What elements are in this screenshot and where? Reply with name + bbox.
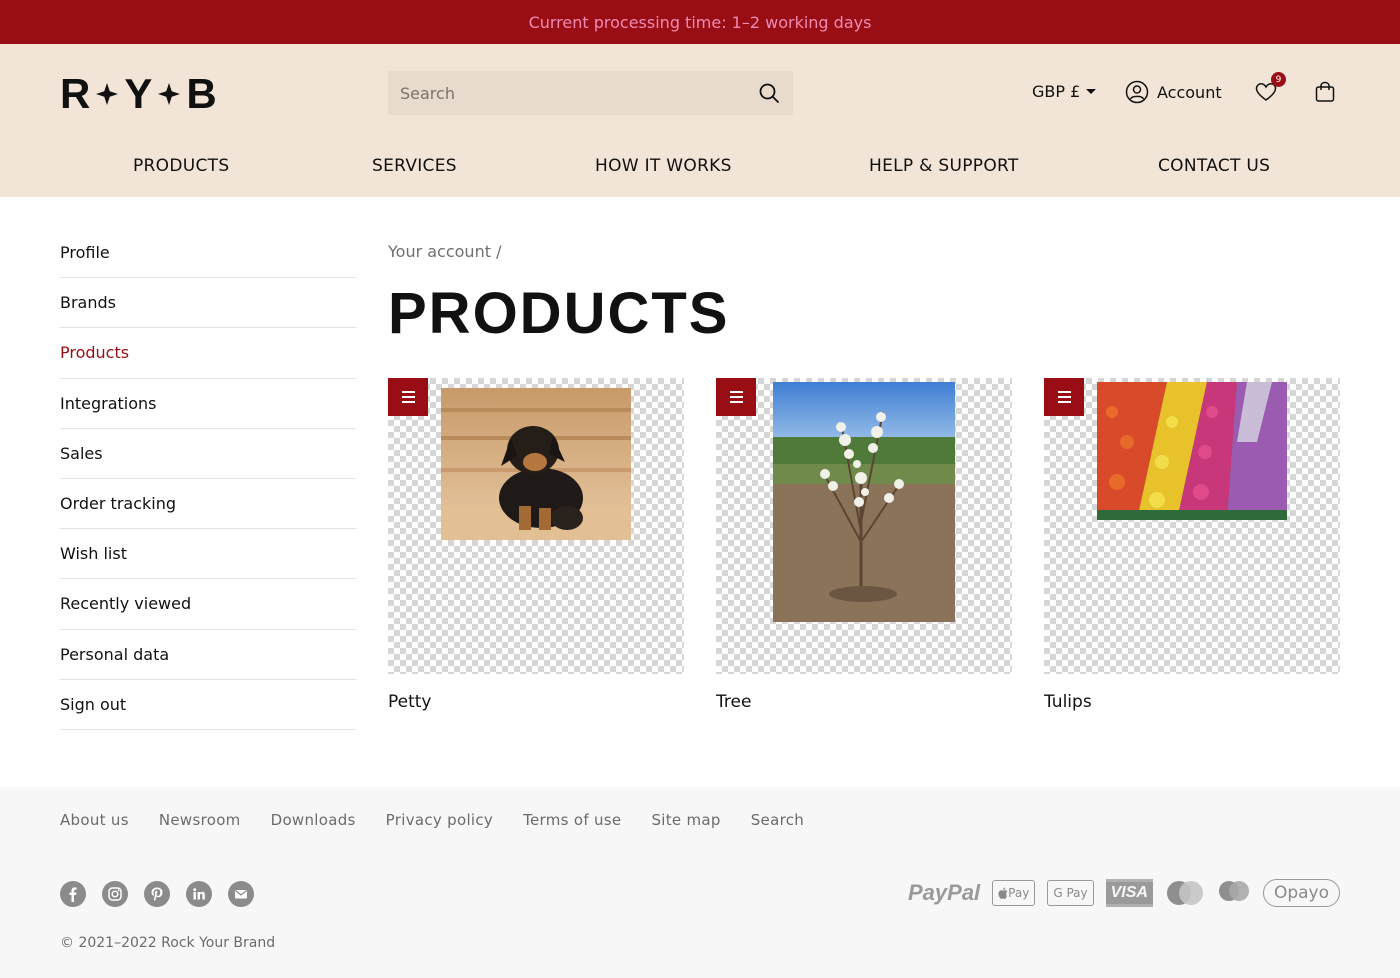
product-thumbnail[interactable] bbox=[716, 378, 1012, 674]
site-logo[interactable]: R Y B bbox=[60, 70, 244, 117]
product-image-puppy bbox=[441, 388, 631, 540]
shopping-bag-icon bbox=[1315, 81, 1335, 102]
search-input[interactable] bbox=[400, 83, 757, 103]
sidebar-item-integrations[interactable]: Integrations bbox=[60, 379, 356, 429]
footer-link-site-map[interactable]: Site map bbox=[651, 811, 720, 829]
opayo-logo: Opayo bbox=[1262, 879, 1340, 907]
product-card[interactable]: Petty bbox=[388, 378, 684, 712]
product-card[interactable]: Tulips bbox=[1044, 378, 1340, 712]
sidebar-item-sign-out[interactable]: Sign out bbox=[60, 680, 356, 730]
social-links bbox=[60, 881, 254, 907]
footer-link-downloads[interactable]: Downloads bbox=[271, 811, 356, 829]
site-header: R Y B GBP £ Account 9 PRODUCTS SERVICES … bbox=[0, 44, 1400, 197]
currency-selector[interactable]: GBP £ bbox=[1032, 82, 1097, 101]
sidebar-item-wish-list[interactable]: Wish list bbox=[60, 529, 356, 580]
nav-services[interactable]: SERVICES bbox=[372, 156, 457, 176]
pinterest-icon[interactable] bbox=[144, 881, 170, 907]
product-thumbnail[interactable] bbox=[388, 378, 684, 674]
product-card[interactable]: Tree bbox=[716, 378, 1012, 712]
wishlist-button[interactable]: 9 bbox=[1254, 72, 1286, 106]
footer-link-terms-of-use[interactable]: Terms of use bbox=[523, 811, 621, 829]
nav-products[interactable]: PRODUCTS bbox=[133, 156, 229, 176]
breadcrumb[interactable]: Your account / bbox=[388, 242, 501, 261]
footer-link-about-us[interactable]: About us bbox=[60, 811, 129, 829]
google-pay-logo: G Pay bbox=[1047, 880, 1094, 906]
footer-link-search[interactable]: Search bbox=[751, 811, 804, 829]
footer-link-newsroom[interactable]: Newsroom bbox=[159, 811, 241, 829]
search-icon[interactable] bbox=[757, 81, 781, 105]
wishlist-count-badge: 9 bbox=[1271, 72, 1286, 87]
footer-links: About us Newsroom Downloads Privacy poli… bbox=[60, 811, 804, 829]
sidebar-item-sales[interactable]: Sales bbox=[60, 429, 356, 479]
logo-letter-y: Y bbox=[124, 70, 153, 117]
footer-link-privacy-policy[interactable]: Privacy policy bbox=[386, 811, 493, 829]
apple-pay-text: Pay bbox=[1008, 886, 1030, 900]
product-image-tulips bbox=[1097, 382, 1287, 520]
menu-icon[interactable] bbox=[1044, 378, 1084, 416]
currency-label: GBP £ bbox=[1032, 82, 1081, 101]
nav-how-it-works[interactable]: HOW IT WORKS bbox=[595, 156, 732, 176]
cart-button[interactable] bbox=[1313, 80, 1337, 104]
sidebar-item-order-tracking[interactable]: Order tracking bbox=[60, 479, 356, 530]
instagram-icon[interactable] bbox=[102, 881, 128, 907]
payment-methods: PayPal Pay G Pay VISA Opayo bbox=[908, 879, 1340, 907]
apple-icon bbox=[998, 887, 1008, 899]
logo-letter-r: R bbox=[60, 70, 91, 117]
product-name[interactable]: Petty bbox=[388, 692, 684, 712]
menu-icon[interactable] bbox=[388, 378, 428, 416]
caret-down-icon bbox=[1086, 89, 1097, 94]
visa-logo: VISA bbox=[1105, 879, 1153, 907]
processing-time-text: Current processing time: 1–2 working day… bbox=[528, 12, 872, 32]
nav-help-support[interactable]: HELP & SUPPORT bbox=[869, 156, 1019, 176]
product-thumbnail[interactable] bbox=[1044, 378, 1340, 674]
sidebar-item-brands[interactable]: Brands bbox=[60, 278, 356, 329]
account-link[interactable]: Account bbox=[1125, 80, 1222, 104]
account-label: Account bbox=[1157, 82, 1222, 102]
mastercard-icon bbox=[1166, 881, 1203, 905]
account-sidebar: Profile Brands Products Integrations Sal… bbox=[60, 228, 356, 730]
user-icon bbox=[1125, 80, 1149, 104]
copyright-text: © 2021–2022 Rock Your Brand bbox=[60, 935, 276, 951]
logo-star-icon bbox=[158, 83, 181, 105]
announcement-bar: Current processing time: 1–2 working day… bbox=[0, 0, 1400, 44]
search-bar bbox=[388, 71, 793, 115]
sidebar-item-products[interactable]: Products bbox=[60, 328, 356, 379]
product-image-tree bbox=[773, 382, 955, 622]
linkedin-icon[interactable] bbox=[186, 881, 212, 907]
main-nav: PRODUCTS SERVICES HOW IT WORKS HELP & SU… bbox=[0, 156, 1400, 186]
page-title: PRODUCTS bbox=[388, 281, 730, 346]
maestro-icon bbox=[1218, 881, 1249, 901]
logo-letter-b: B bbox=[186, 70, 217, 117]
apple-pay-logo: Pay bbox=[992, 880, 1036, 906]
sidebar-item-profile[interactable]: Profile bbox=[60, 228, 356, 279]
sidebar-item-personal-data[interactable]: Personal data bbox=[60, 630, 356, 680]
nav-contact-us[interactable]: CONTACT US bbox=[1158, 156, 1270, 176]
logo-star-icon bbox=[96, 83, 119, 105]
product-name[interactable]: Tree bbox=[716, 692, 1012, 712]
paypal-logo: PayPal bbox=[908, 880, 981, 905]
site-footer: About us Newsroom Downloads Privacy poli… bbox=[0, 787, 1400, 978]
product-name[interactable]: Tulips bbox=[1044, 692, 1340, 712]
facebook-icon[interactable] bbox=[60, 881, 86, 907]
email-icon[interactable] bbox=[228, 881, 254, 907]
menu-icon[interactable] bbox=[716, 378, 756, 416]
sidebar-item-recently-viewed[interactable]: Recently viewed bbox=[60, 579, 356, 630]
